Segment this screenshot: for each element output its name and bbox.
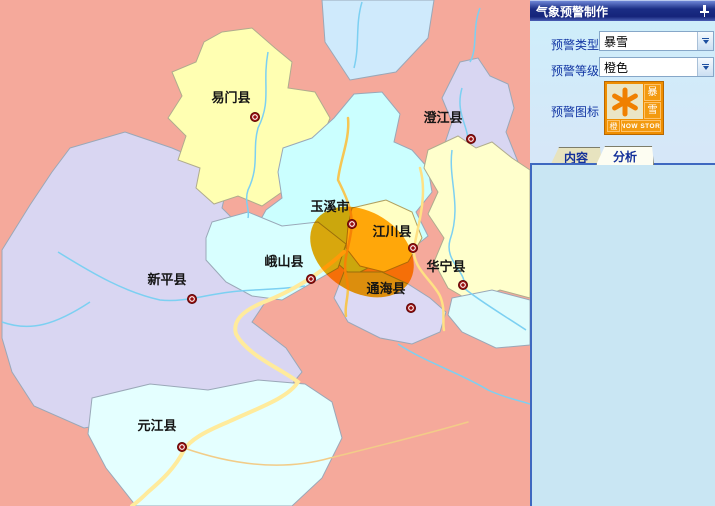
warning-word-bottom: 雪 [644, 102, 661, 119]
county-label: 元江县 [137, 418, 176, 433]
warning-level-value: 橙色 [604, 59, 628, 76]
tab-analysis[interactable]: 分析 [596, 146, 654, 165]
county-label: 新平县 [147, 272, 186, 287]
pin-icon[interactable] [699, 4, 709, 18]
warning-icon-footer: 橙 SNOW STORM [607, 120, 661, 132]
city-marker [467, 135, 476, 144]
county-label: 江川县 [372, 224, 411, 239]
warning-word-top: 暴 [644, 84, 661, 101]
analysis-tab-panel [530, 163, 715, 506]
weather-warning-app: 易门县澄江县玉溪市江川县华宁县 峨山县通海县 新平县元江县 气象预警制作 预警类型 … [0, 0, 715, 506]
warning-icon-label: 预警图标 [551, 103, 599, 120]
warning-caption: SNOW STORM [621, 120, 661, 132]
county-label: 峨山县 [264, 254, 303, 269]
warning-type-combobox[interactable]: 暴雪 [599, 31, 714, 51]
map-canvas[interactable]: 易门县澄江县玉溪市江川县华宁县 峨山县通海县 新平县元江县 [0, 0, 530, 506]
warning-level-short: 橙 [607, 120, 620, 132]
dropdown-arrow-icon[interactable] [697, 58, 713, 76]
snowstorm-warning-icon: 暴 雪 橙 SNOW STORM [604, 81, 664, 135]
city-marker [409, 244, 418, 253]
city-marker [348, 220, 357, 229]
county-yuanjiang [88, 380, 342, 506]
panel-titlebar: 气象预警制作 [530, 0, 715, 21]
city-marker [178, 443, 187, 452]
city-marker [188, 295, 197, 304]
city-marker [407, 304, 416, 313]
county-label: 易门县 [211, 90, 250, 105]
county-label: 通海县 [366, 281, 405, 296]
city-marker [307, 275, 316, 284]
snowflake-icon [607, 84, 643, 119]
county-label: 华宁县 [426, 259, 465, 274]
panel-title: 气象预警制作 [536, 3, 699, 20]
dropdown-arrow-icon[interactable] [697, 32, 713, 50]
city-marker [251, 113, 260, 122]
warning-type-value: 暴雪 [604, 33, 628, 50]
county-label: 玉溪市 [310, 199, 349, 214]
city-marker [459, 281, 468, 290]
warning-level-label: 预警等级 [551, 62, 599, 79]
county-label: 澄江县 [423, 110, 462, 125]
warning-type-label: 预警类型 [551, 36, 599, 53]
warning-icon-words: 暴 雪 [644, 84, 661, 119]
warning-maker-panel: 气象预警制作 预警类型 暴雪 预警等级 橙色 预警图标 [530, 0, 715, 506]
warning-level-combobox[interactable]: 橙色 [599, 57, 714, 77]
